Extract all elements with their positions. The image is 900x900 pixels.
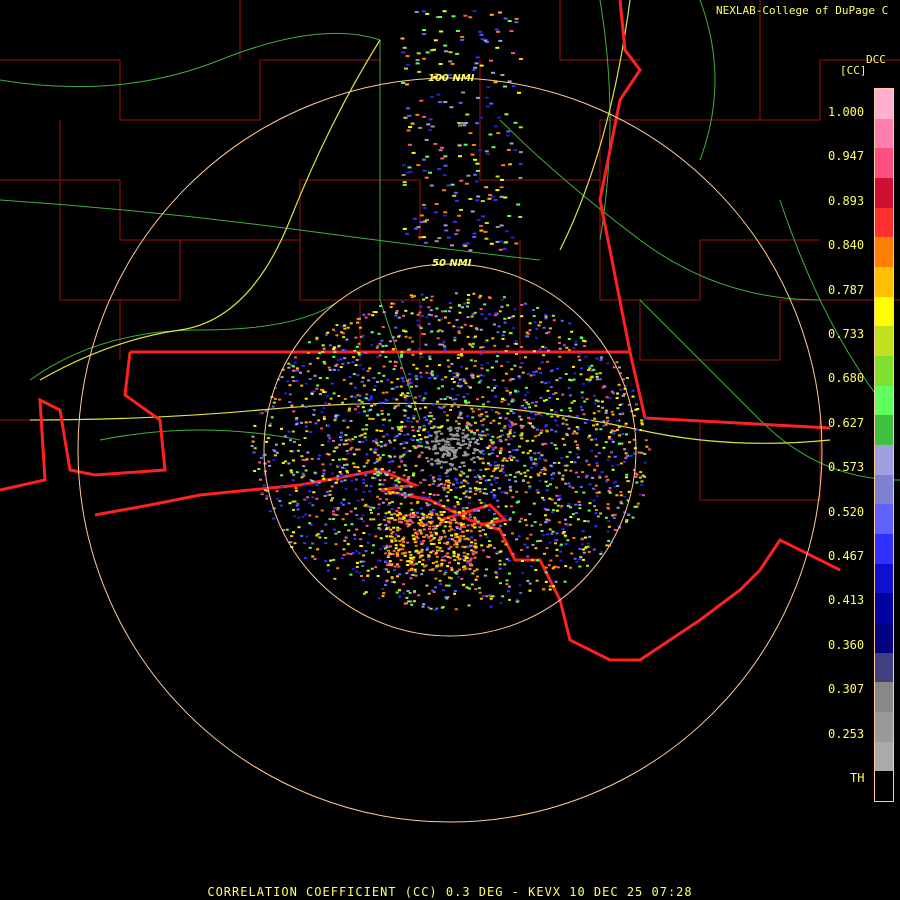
color-bar-segment: [875, 712, 893, 743]
color-bar-segment: [875, 563, 893, 594]
unit-label: [CC]: [840, 64, 867, 77]
color-bar-segment: [875, 652, 893, 683]
color-bar-segment: [875, 445, 893, 476]
color-bar-label: 0.627: [828, 415, 865, 430]
color-bar-label: 0.787: [828, 282, 865, 297]
color-bar-segment: [875, 415, 893, 446]
radar-echoes: [250, 10, 651, 611]
color-bar-label: 0.413: [828, 593, 865, 608]
color-bar-segment: [875, 504, 893, 535]
color-bar: [874, 88, 894, 802]
color-bar-segment: [875, 178, 893, 209]
color-bar-segment: [875, 474, 893, 505]
color-bar-label: 1.000: [828, 105, 865, 119]
color-bar-segment: [875, 118, 893, 149]
color-bar-label: 0.733: [828, 327, 865, 341]
color-bar-segment: [875, 385, 893, 416]
color-bar-label: 0.893: [828, 193, 865, 208]
color-bar-label: 0.840: [828, 238, 865, 253]
color-bar-label: 0.467: [828, 549, 865, 563]
color-bar-segment: [875, 741, 893, 772]
color-bar-label: 0.520: [828, 504, 865, 519]
color-bar-label: 0.573: [828, 460, 865, 475]
range-ring-100-label: 100 NMI: [428, 73, 475, 84]
color-bar-segment: [875, 534, 893, 565]
color-bar-label: 0.947: [828, 149, 865, 164]
product-title: CORRELATION COEFFICIENT (CC) 0.3 DEG - K…: [207, 885, 693, 899]
color-bar-segment: [875, 771, 893, 802]
credit-text: NEXLAB-College of DuPage C: [716, 4, 889, 17]
color-bar-segment: [875, 148, 893, 179]
interstates: [29, 0, 831, 444]
color-bar-segment: [875, 326, 893, 357]
range-ring-50-label: 50 NMI: [432, 258, 472, 269]
color-bar-segment: [875, 296, 893, 327]
color-bar-label: 0.307: [828, 682, 865, 697]
color-bar-label: 0.253: [828, 726, 865, 741]
color-bar-segment: [875, 267, 893, 298]
color-bar-label: 0.360: [828, 637, 865, 652]
color-bar-segment: [875, 237, 893, 268]
color-bar-label: 0.680: [828, 371, 865, 386]
color-bar-segment: [875, 623, 893, 654]
site-tag: DCC: [866, 53, 886, 66]
color-bar-segment: [875, 207, 893, 238]
color-bar-segment: [875, 356, 893, 387]
color-bar-segment: [875, 682, 893, 713]
color-bar-segment: [875, 89, 893, 120]
radar-map: [0, 0, 900, 823]
color-bar-segment: [875, 593, 893, 624]
color-bar-label: TH: [850, 771, 865, 785]
